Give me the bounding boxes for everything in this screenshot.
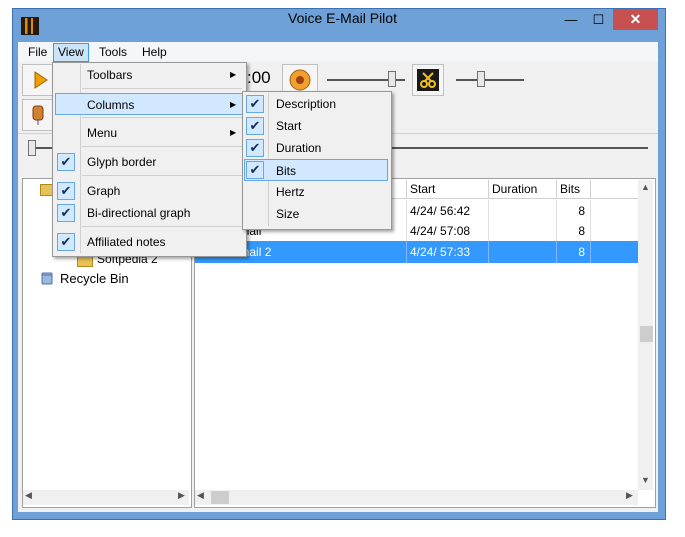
menu-item-columns[interactable]: Columns ▶ [55,93,243,115]
menu-item-label: Menu [87,126,118,140]
submenu-item-label: Size [276,207,300,221]
tree-horizontal-scrollbar[interactable] [23,490,189,505]
column-header-bits[interactable]: Bits [557,180,591,199]
checkmark-icon: ✔ [57,182,75,200]
row-start: 4/24/ 57:08 [407,220,489,242]
column-header-start[interactable]: Start [407,180,489,199]
microphone-icon [32,105,44,125]
maximize-button[interactable]: ☐ [585,9,612,30]
row-duration [489,241,557,263]
menu-item-label: Glyph border [87,155,157,169]
menu-item-affiliated-notes[interactable]: ✔ Affiliated notes [55,231,243,253]
menu-item-label: Bi-directional graph [87,206,191,220]
speed-slider-track[interactable] [456,79,524,81]
row-duration [489,200,557,222]
menu-item-menu[interactable]: Menu ▶ [55,122,243,144]
submenu-item-label: Duration [276,141,322,155]
submenu-item-bits[interactable]: ✔ Bits [244,159,388,181]
scroll-up-arrow[interactable]: ▲ [641,182,650,192]
submenu-arrow-icon: ▶ [230,70,237,79]
menu-separator [82,226,242,227]
checkmark-icon: ✔ [57,233,75,251]
play-icon [34,71,48,89]
scroll-right-arrow[interactable]: ▶ [626,490,633,501]
submenu-item-label: Hertz [276,185,305,199]
checkmark-icon: ✔ [57,153,75,171]
menu-help[interactable]: Help [138,44,171,61]
menu-file[interactable]: File [24,44,51,61]
submenu-item-label: Bits [276,164,297,178]
menu-item-label: Graph [87,184,121,198]
checkmark-icon: ✔ [57,204,75,222]
time-display: :00 [247,68,271,87]
row-duration [489,220,557,242]
vertical-scroll-thumb[interactable] [640,326,653,342]
row-start: 4/24/ 57:33 [407,241,489,263]
scroll-left-arrow[interactable]: ◀ [197,490,204,501]
submenu-item-description[interactable]: ✔ Description [245,93,388,115]
menu-item-toolbars[interactable]: Toolbars ▶ [55,64,243,86]
close-button[interactable]: ✕ [613,9,658,30]
checkmark-icon: ✔ [246,95,264,113]
checkmark-icon: ✔ [246,161,264,179]
row-bits: 8 [557,220,591,242]
cut-button[interactable] [412,64,444,96]
speed-slider-thumb[interactable] [477,71,485,87]
menu-tools[interactable]: Tools [95,44,131,61]
recycle-bin-icon [40,271,54,285]
menu-item-graph[interactable]: ✔ Graph [55,180,243,202]
menu-separator [82,175,242,176]
row-bits: 8 [557,200,591,222]
submenu-arrow-icon: ▶ [230,100,237,109]
record-toolbar-button[interactable] [22,99,54,131]
submenu-item-start[interactable]: ✔ Start [245,115,388,137]
checkmark-icon: ✔ [246,117,264,135]
menu-item-glyph-border[interactable]: ✔ Glyph border [55,151,243,173]
menu-separator [82,117,242,118]
menu-item-label: Affiliated notes [87,235,166,249]
menu-item-bi-directional-graph[interactable]: ✔ Bi-directional graph [55,202,243,224]
scroll-down-arrow[interactable]: ▼ [641,475,650,485]
horizontal-scroll-thumb[interactable] [211,491,229,504]
scissors-icon [417,69,439,91]
column-header-filler [591,180,638,199]
position-slider-thumb[interactable] [28,140,36,156]
menu-view[interactable]: View [53,43,89,62]
checkmark-icon: ✔ [246,139,264,157]
submenu-item-size[interactable]: Size [245,203,388,225]
submenu-item-label: Description [276,97,337,111]
scroll-right-arrow[interactable]: ▶ [178,490,185,501]
column-header-duration[interactable]: Duration [489,180,557,199]
menu-separator [82,146,242,147]
volume-slider-thumb[interactable] [388,71,396,87]
list-horizontal-scrollbar[interactable] [195,490,638,505]
row-bits: 8 [557,241,591,263]
submenu-item-duration[interactable]: ✔ Duration [245,137,388,159]
play-button[interactable] [22,64,54,96]
tree-item-recycle-bin[interactable]: Recycle Bin [60,271,129,286]
row-start: 4/24/ 56:42 [407,200,489,222]
menu-item-label: Toolbars [87,68,133,82]
menu-item-label: Columns [87,98,135,112]
submenu-arrow-icon: ▶ [230,128,237,137]
minimize-button[interactable]: — [557,9,585,30]
submenu-item-hertz[interactable]: Hertz [245,181,388,203]
menu-separator [82,88,242,89]
scroll-left-arrow[interactable]: ◀ [25,490,32,501]
table-row-selected[interactable]: a voice mail 2 4/24/ 57:33 8 [195,241,638,263]
submenu-item-label: Start [276,119,302,133]
